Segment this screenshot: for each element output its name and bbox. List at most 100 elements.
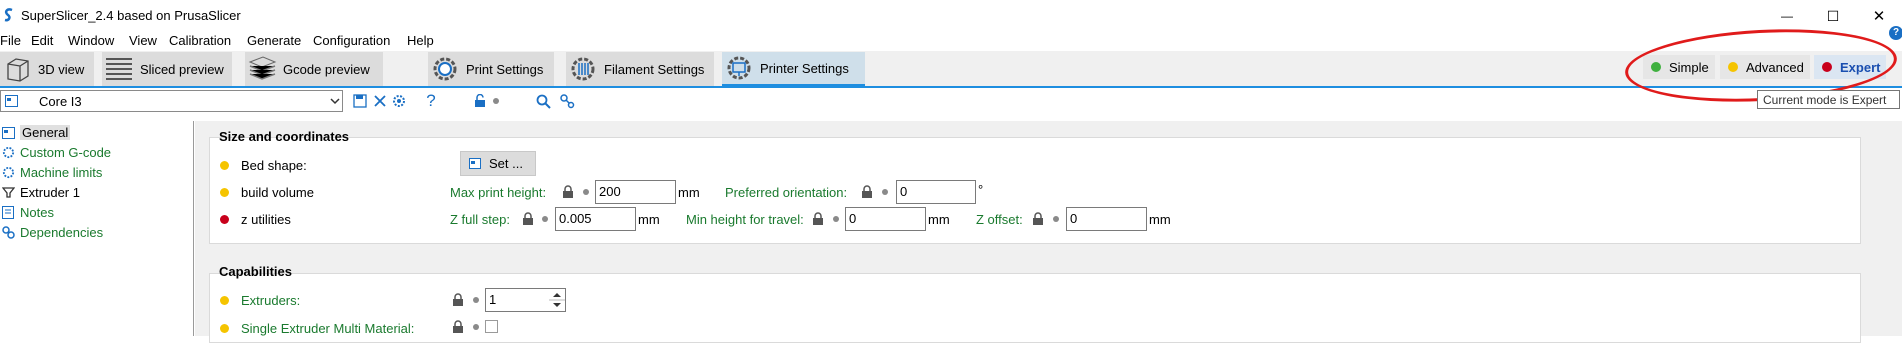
- max-print-height-input[interactable]: 200: [595, 180, 676, 204]
- button-label: Set ...: [489, 156, 523, 171]
- row-label-text: Single Extruder Multi Material:: [241, 321, 415, 336]
- status-dot-icon: [493, 98, 499, 104]
- status-dot-icon: [1053, 216, 1059, 222]
- preset-dropdown[interactable]: Core I3: [0, 90, 343, 112]
- unit-label: mm: [638, 212, 660, 227]
- tools-button[interactable]: [558, 92, 576, 110]
- tab-label: Sliced preview: [140, 61, 224, 77]
- wrench-icon: [559, 93, 574, 108]
- lock-icon[interactable]: [812, 212, 824, 226]
- min-height-travel-input[interactable]: 0: [845, 207, 926, 231]
- sidebar-item-label: Extruder 1: [20, 185, 80, 200]
- z-full-step-input[interactable]: 0.005: [555, 207, 636, 231]
- unit-label: mm: [1149, 212, 1171, 227]
- sidebar-item-label: Machine limits: [20, 165, 103, 180]
- menu-bar: File Edit Window View Calibration Genera…: [0, 31, 1902, 51]
- status-dot-icon: [473, 297, 479, 303]
- advanced-mode-dot-icon: [220, 296, 229, 305]
- tab-label: Print Settings: [466, 61, 544, 77]
- menu-help[interactable]: Help: [407, 33, 434, 48]
- sidebar-item-general[interactable]: General: [0, 124, 71, 141]
- tab-printer-settings[interactable]: Printer Settings: [722, 52, 865, 86]
- printer-preset-icon: [5, 95, 18, 107]
- minimize-button[interactable]: —: [1764, 4, 1810, 28]
- extruder-icon: [0, 185, 16, 201]
- sidebar-item-extruder-1[interactable]: Extruder 1: [0, 184, 80, 201]
- row-label-text: build volume: [241, 185, 314, 200]
- section-title: Size and coordinates: [219, 129, 350, 144]
- spinner-arrows-icon[interactable]: [549, 289, 565, 311]
- status-dot-icon: [833, 216, 839, 222]
- preferred-orientation-input[interactable]: 0: [896, 180, 976, 204]
- chevron-down-icon: [330, 98, 340, 105]
- cube-icon: [7, 58, 29, 82]
- save-preset-button[interactable]: [351, 92, 369, 110]
- preferred-orientation-label: Preferred orientation:: [725, 185, 848, 200]
- tab-3d-view[interactable]: 3D view: [0, 52, 94, 86]
- tab-underline: [0, 86, 1902, 88]
- extruders-label: Extruders:: [220, 293, 300, 308]
- minimize-icon: —: [1781, 9, 1793, 23]
- lock-icon[interactable]: [522, 212, 534, 226]
- menu-generate[interactable]: Generate: [247, 33, 301, 48]
- row-label-text: Bed shape:: [241, 158, 307, 173]
- general-page-icon: [0, 125, 16, 141]
- lock-icon[interactable]: [562, 185, 574, 199]
- lock-icon[interactable]: [861, 185, 873, 199]
- cog-icon: [0, 145, 16, 161]
- tab-filament-settings[interactable]: Filament Settings: [566, 52, 714, 86]
- menu-calibration[interactable]: Calibration: [169, 33, 231, 48]
- z-offset-label: Z offset:: [976, 212, 1023, 227]
- gcode-icon: [248, 56, 277, 80]
- unit-label: mm: [678, 185, 700, 200]
- max-print-height-label: Max print height:: [450, 185, 547, 200]
- status-dot-icon: [542, 216, 548, 222]
- row-label-text: z utilities: [241, 212, 291, 227]
- menu-file[interactable]: File: [0, 33, 21, 48]
- tab-gcode-preview[interactable]: Gcode preview: [245, 52, 383, 86]
- lock-icon[interactable]: [452, 293, 464, 307]
- status-dot-icon: [473, 324, 479, 330]
- sidebar-item-label: General: [20, 125, 71, 140]
- delete-preset-button[interactable]: [371, 92, 389, 110]
- lock-icon[interactable]: [1032, 212, 1044, 226]
- menu-window[interactable]: Window: [68, 33, 114, 48]
- maximize-button[interactable]: ☐: [1810, 4, 1856, 28]
- search-button[interactable]: [534, 92, 552, 110]
- z-full-step-label: Z full step:: [450, 212, 510, 227]
- layers-icon: [106, 58, 132, 80]
- tab-print-settings[interactable]: Print Settings: [428, 52, 554, 86]
- lock-icon[interactable]: [452, 320, 464, 334]
- lock-legend-button[interactable]: [471, 92, 489, 110]
- tab-sliced-preview[interactable]: Sliced preview: [102, 52, 232, 86]
- filament-gear-icon: [571, 57, 595, 81]
- menu-edit[interactable]: Edit: [31, 33, 53, 48]
- z-offset-input[interactable]: 0: [1066, 207, 1147, 231]
- maximize-icon: ☐: [1826, 7, 1840, 24]
- bed-shape-set-button[interactable]: Set ...: [460, 151, 536, 176]
- title-bar: SuperSlicer_2.4 based on PrusaSlicer — ☐…: [0, 0, 1902, 31]
- single-extruder-mm-label: Single Extruder Multi Material:: [220, 321, 414, 336]
- settings-sidebar: General Custom G-code Machine limits Ext…: [0, 121, 194, 336]
- search-icon: [536, 94, 551, 109]
- cog-small-icon: [393, 95, 405, 107]
- menu-view[interactable]: View: [129, 33, 157, 48]
- tab-label: 3D view: [38, 61, 85, 77]
- close-button[interactable]: ✕: [1856, 4, 1902, 28]
- lock-icon: [475, 94, 485, 107]
- bed-icon: [469, 158, 481, 169]
- menu-configuration[interactable]: Configuration: [313, 33, 390, 48]
- row-label-text: Extruders:: [241, 293, 301, 308]
- single-extruder-mm-checkbox[interactable]: [485, 320, 498, 333]
- sidebar-item-notes[interactable]: Notes: [0, 204, 54, 221]
- question-button[interactable]: ?: [422, 91, 440, 110]
- preset-value: Core I3: [39, 94, 82, 109]
- compare-preset-button[interactable]: [390, 92, 408, 110]
- sidebar-item-machine-limits[interactable]: Machine limits: [0, 164, 102, 181]
- sidebar-item-custom-gcode[interactable]: Custom G-code: [0, 144, 111, 161]
- sidebar-item-dependencies[interactable]: Dependencies: [0, 224, 103, 241]
- extruders-spinner[interactable]: 1: [485, 288, 566, 312]
- notes-icon: [0, 205, 16, 221]
- tab-label: Filament Settings: [604, 61, 705, 77]
- tab-label: Gcode preview: [283, 61, 370, 77]
